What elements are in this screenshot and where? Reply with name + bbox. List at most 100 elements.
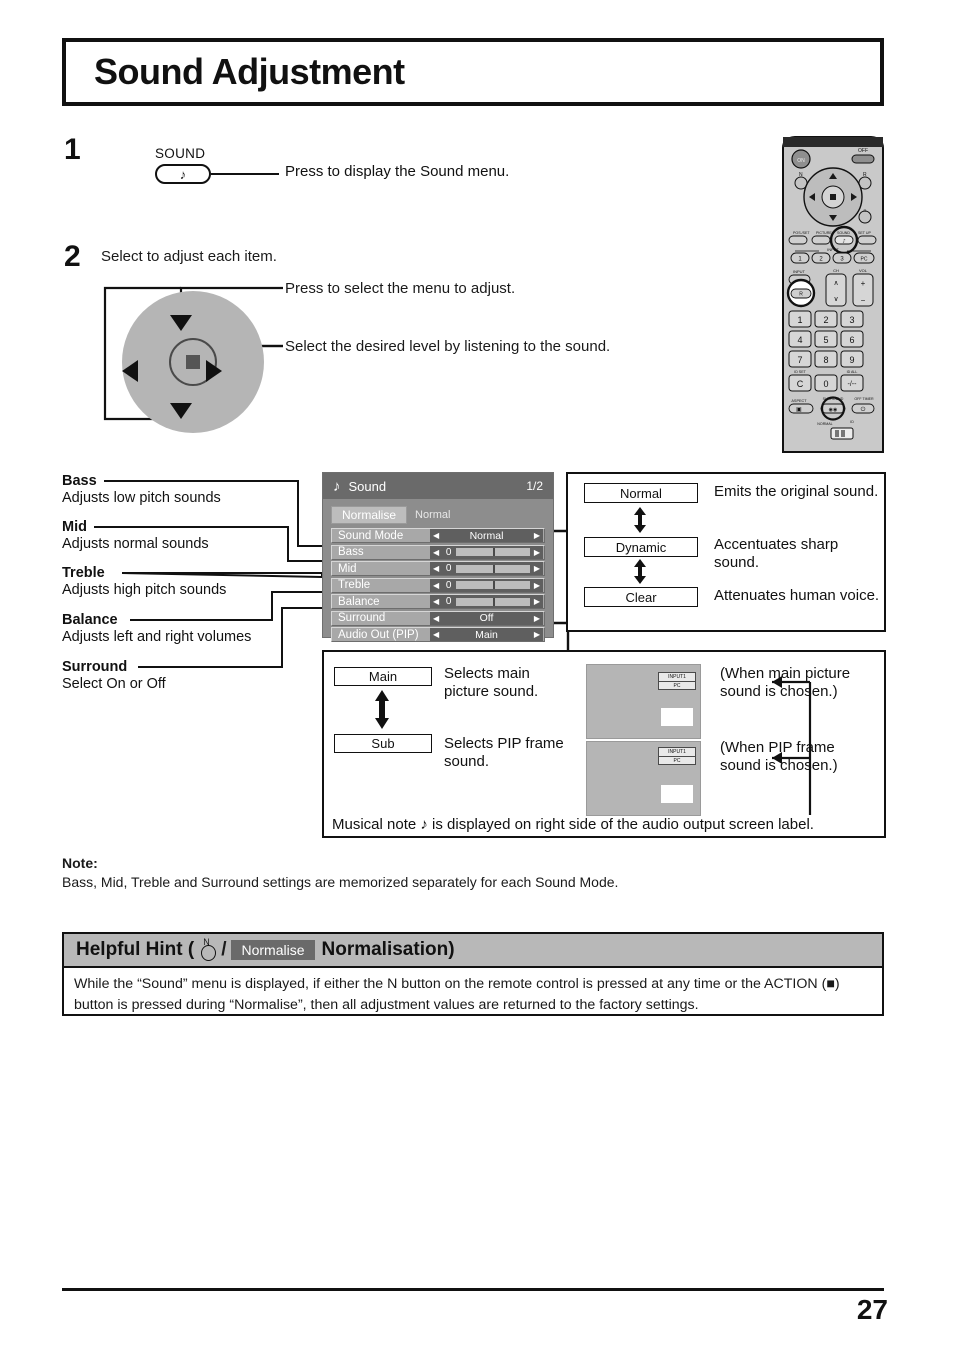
- osd-row-value: 0: [445, 596, 452, 607]
- osd-control[interactable]: ◀ 0 ▶: [430, 562, 543, 575]
- pip-desc-sub-line1: Selects PIP frame: [444, 735, 564, 752]
- chevron-left-icon[interactable]: ◀: [430, 614, 441, 623]
- helpful-hint-title-suffix: Normalisation): [321, 939, 455, 960]
- svg-text:SOUND: SOUND: [837, 231, 850, 235]
- chevron-right-icon[interactable]: ▶: [532, 531, 543, 540]
- osd-control[interactable]: ◀ Normal ▶: [430, 529, 543, 542]
- pip-desc-main-line1: Selects main: [444, 665, 530, 682]
- svg-text:+: +: [861, 279, 866, 288]
- mode-chip-clear: Clear: [584, 587, 698, 607]
- osd-title: Sound: [348, 478, 387, 494]
- pip-note-main-line2: sound is chosen.): [720, 683, 838, 701]
- pip-footer-text: Musical note ♪ is displayed on right sid…: [332, 816, 814, 833]
- osd-row-value: 0: [445, 579, 452, 591]
- osd-row-label: Sound Mode: [338, 529, 404, 542]
- osd-row-surround[interactable]: Surround ◀ Off ▶: [331, 610, 545, 626]
- pip-note-sub-line1: (When PIP frame: [720, 739, 835, 756]
- mode-desc-dynamic-line2: sound.: [714, 554, 760, 572]
- osd-body: Normalise Normal Sound Mode ◀ Normal ▶ B…: [323, 499, 553, 642]
- svg-text:9: 9: [849, 355, 854, 365]
- osd-normalise-row[interactable]: Normalise Normal: [331, 506, 545, 524]
- mode-desc-clear: Attenuates human voice.: [714, 587, 880, 604]
- svg-text:POS./SET: POS./SET: [793, 231, 810, 235]
- osd-row-mid[interactable]: Mid ◀ 0 ▶: [331, 561, 545, 576]
- svg-text:ON: ON: [797, 158, 805, 164]
- svg-text:0: 0: [823, 379, 828, 389]
- svg-text:7: 7: [797, 355, 802, 365]
- osd-row-label: Treble: [338, 579, 371, 591]
- svg-text:SET UP: SET UP: [858, 231, 872, 235]
- chevron-left-icon[interactable]: ◀: [430, 548, 441, 557]
- osd-header: ♪ Sound 1/2: [323, 473, 553, 499]
- svg-text:−: −: [861, 296, 866, 305]
- svg-text:∧: ∧: [833, 280, 838, 287]
- svg-text:ID SET: ID SET: [794, 370, 806, 374]
- svg-text:C: C: [797, 379, 804, 389]
- osd-control[interactable]: ◀ Main ▶: [430, 628, 543, 641]
- chevron-right-icon[interactable]: ▶: [532, 597, 543, 606]
- pip-desc-main-line2: picture sound.: [444, 683, 539, 701]
- chevron-right-icon[interactable]: ▶: [532, 614, 543, 623]
- osd-control[interactable]: ◀ 0 ▶: [430, 595, 543, 608]
- mode-desc-dynamic: Accentuates sharp sound.: [714, 536, 838, 573]
- osd-row-balance[interactable]: Balance ◀ 0 ▶: [331, 594, 545, 609]
- osd-slider[interactable]: [456, 581, 530, 589]
- svg-text:3: 3: [849, 315, 854, 325]
- osd-row-label: Audio Out (PIP): [338, 628, 419, 641]
- helpful-hint-normalise-chip: Normalise: [231, 940, 315, 960]
- note-text: Bass, Mid, Treble and Surround settings …: [62, 874, 619, 890]
- mode-chip-normal: Normal: [584, 483, 698, 503]
- remote-control-illustration: ON OFF N R R POS./SET PICTURE SOUND SET …: [782, 136, 884, 453]
- double-arrow-icon-1: [634, 507, 646, 533]
- musical-note-icon: ♪: [333, 477, 341, 495]
- svg-text:2: 2: [823, 315, 828, 325]
- svg-text:INPUT: INPUT: [827, 248, 839, 252]
- osd-row-audio-out-pip[interactable]: Audio Out (PIP) ◀ Main ▶: [331, 627, 545, 642]
- svg-text:∨: ∨: [833, 296, 838, 303]
- osd-slider[interactable]: [456, 548, 530, 556]
- double-arrow-icon-2: [634, 559, 646, 584]
- chevron-right-icon[interactable]: ▶: [532, 581, 543, 590]
- pip-desc-sub-line2: sound.: [444, 753, 490, 771]
- svg-text:OFF TIMER: OFF TIMER: [854, 397, 874, 401]
- svg-text:4: 4: [797, 335, 802, 345]
- osd-slider[interactable]: [456, 564, 530, 573]
- osd-row-bass[interactable]: Bass ◀ 0 ▶: [331, 544, 545, 560]
- helpful-hint-box: Helpful Hint ( N / Normalise Normalisati…: [62, 932, 884, 1016]
- helpful-hint-body: While the “Sound” menu is displayed, if …: [74, 976, 840, 1013]
- osd-control[interactable]: ◀ Off ▶: [430, 611, 543, 625]
- pip-chip-sub: Sub: [334, 734, 432, 753]
- chevron-left-icon[interactable]: ◀: [430, 630, 441, 639]
- svg-text:-/--: -/--: [848, 381, 858, 388]
- pip-note-sub: (When PIP frame sound is chosen.): [720, 739, 838, 776]
- screen-label-sub-pc: PC: [673, 758, 681, 764]
- chevron-left-icon[interactable]: ◀: [430, 597, 441, 606]
- osd-slider[interactable]: [456, 597, 530, 606]
- osd-normalise-button[interactable]: Normalise: [331, 506, 408, 524]
- osd-row-treble[interactable]: Treble ◀ 0 ▶: [331, 577, 545, 593]
- svg-text:OFF: OFF: [858, 148, 868, 154]
- chevron-left-icon[interactable]: ◀: [430, 564, 441, 573]
- svg-text:1: 1: [797, 315, 802, 325]
- svg-text:▣: ▣: [796, 406, 802, 413]
- chevron-right-icon[interactable]: ▶: [532, 548, 543, 557]
- osd-sound-menu[interactable]: ♪ Sound 1/2 Normalise Normal Sound Mode …: [322, 472, 554, 642]
- osd-row-value: Off: [479, 612, 494, 624]
- pip-note-main-line1: (When main picture: [720, 665, 851, 682]
- svg-text:◉◉: ◉◉: [829, 407, 838, 413]
- chevron-left-icon[interactable]: ◀: [430, 581, 441, 590]
- osd-control[interactable]: ◀ 0 ▶: [430, 545, 543, 559]
- chevron-right-icon[interactable]: ▶: [532, 630, 543, 639]
- n-button-icon: N: [198, 937, 218, 961]
- pip-desc-main: Selects main picture sound.: [444, 665, 538, 702]
- footer-rule: [62, 1288, 884, 1291]
- osd-row-value: 0: [445, 546, 452, 558]
- mode-desc-normal: Emits the original sound.: [714, 483, 879, 500]
- svg-text:R: R: [864, 208, 867, 213]
- note-title: Note:: [62, 855, 98, 871]
- osd-control[interactable]: ◀ 0 ▶: [430, 578, 543, 592]
- chevron-right-icon[interactable]: ▶: [532, 564, 543, 573]
- n-button-circle: [201, 945, 217, 961]
- chevron-left-icon[interactable]: ◀: [430, 531, 441, 540]
- osd-row-sound-mode[interactable]: Sound Mode ◀ Normal ▶: [331, 528, 545, 543]
